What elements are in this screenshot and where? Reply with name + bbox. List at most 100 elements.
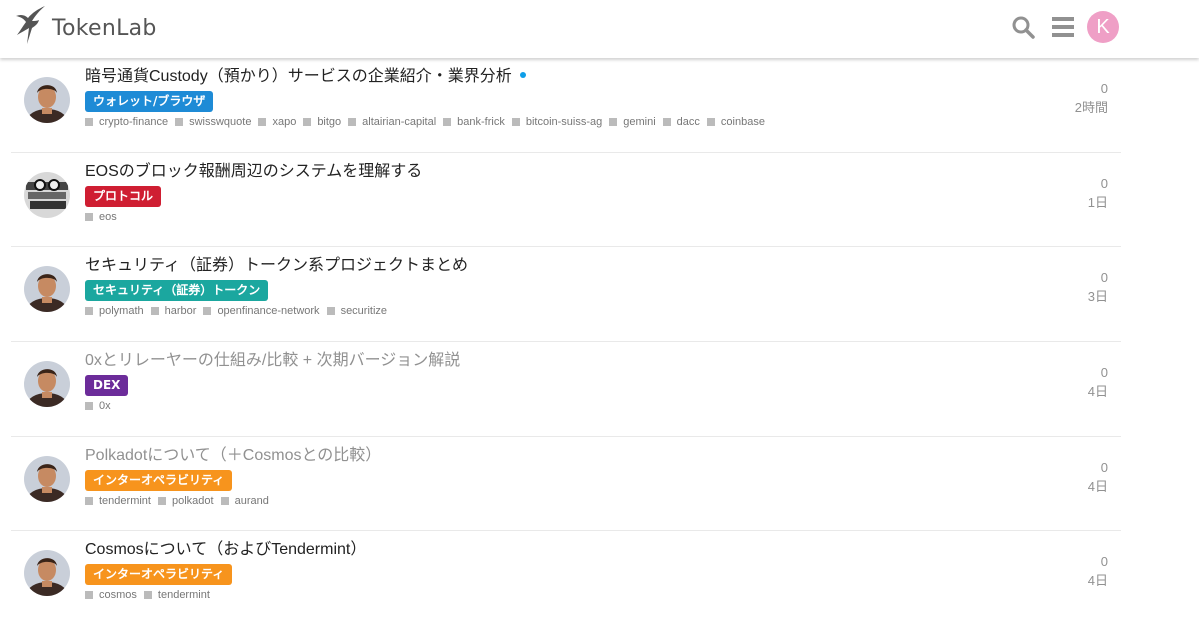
topic-title-text[interactable]: Polkadotについて（＋Cosmosとの比較） (85, 447, 381, 464)
topic-row[interactable]: Polkadotについて（＋Cosmosとの比較） インターオペラビリティ tend… (11, 437, 1121, 532)
tag-square-icon (85, 212, 93, 221)
user-avatar[interactable]: K (1087, 11, 1119, 43)
topic-title[interactable]: EOSのブロック報酬周辺のシステムを理解する (85, 162, 985, 182)
author-avatar[interactable] (24, 171, 70, 218)
topic-title-text[interactable]: EOSのブロック報酬周辺のシステムを理解する (85, 163, 422, 180)
tag-link[interactable]: openfinance-network (203, 305, 320, 317)
activity-age[interactable]: 4日 (1088, 382, 1108, 401)
topic-title-text[interactable]: 0xとリレーヤーの仕組み/比較 + 次期バージョン解説 (85, 352, 460, 369)
tag-link[interactable]: gemini (609, 116, 656, 128)
tag-link[interactable]: xapo (258, 116, 296, 128)
author-avatar[interactable] (24, 361, 70, 408)
topic-title[interactable]: 0xとリレーヤーの仕組み/比較 + 次期バージョン解説 (85, 351, 985, 371)
tag-link[interactable]: cosmos (85, 589, 137, 601)
topic-main: 暗号通貨Custody（預かり）サービスの企業紹介・業界分析ウォレット/ブラウザ… (85, 67, 985, 128)
category-badge[interactable]: ウォレット/ブラウザ (85, 91, 214, 112)
tag-label: harbor (164, 305, 197, 318)
tag-square-icon (143, 591, 152, 600)
category-row: インターオペラビリティ (85, 560, 985, 586)
tag-label: bitcoin-suiss-ag (525, 116, 603, 128)
topic-title[interactable]: 暗号通貨Custody（預かり）サービスの企業紹介・業界分析 (85, 67, 985, 87)
activity-age[interactable]: 4日 (1088, 571, 1108, 590)
topic-row[interactable]: 0xとリレーヤーの仕組み/比較 + 次期バージョン解説 DEX 0x 0 4日 (11, 342, 1121, 437)
tag-list: crypto-finance swisswquote xapo bitgo altair… (85, 116, 985, 128)
topic-row[interactable]: Cosmosについて（およびTendermint） インターオペラビリティ cosm… (11, 531, 1121, 621)
tag-link[interactable]: securitize (326, 305, 387, 317)
category-badge[interactable]: プロトコル (85, 185, 162, 207)
search-button[interactable] (1005, 9, 1041, 45)
tag-link[interactable]: dacc (662, 116, 700, 128)
activity-age[interactable]: 1日 (1088, 193, 1108, 212)
menu-button[interactable] (1045, 9, 1081, 45)
topic-main: Cosmosについて（およびTendermint） インターオペラビリティ cosm… (85, 540, 985, 601)
tag-label: polkadot (171, 494, 214, 507)
topic-title[interactable]: Polkadotについて（＋Cosmosとの比較） (85, 446, 985, 466)
tag-label: bitgo (317, 116, 342, 128)
tag-link[interactable]: swisswquote (175, 116, 251, 128)
activity-age[interactable]: 3日 (1088, 287, 1108, 306)
reply-count[interactable]: 0 (1075, 79, 1108, 98)
category-row: プロトコル (85, 182, 985, 207)
category-badge[interactable]: インターオペラビリティ (85, 564, 233, 586)
tag-link[interactable]: crypto-finance (85, 116, 168, 128)
topic-title-text[interactable]: 暗号通貨Custody（預かり）サービスの企業紹介・業界分析 (85, 68, 512, 85)
tag-link[interactable]: tendermint (143, 589, 210, 602)
category-badge[interactable]: セキュリティ（証券）トークン (85, 280, 269, 302)
reply-count[interactable]: 0 (1088, 458, 1108, 477)
tag-square-icon (303, 118, 312, 126)
category-row: ウォレット/ブラウザ (85, 87, 985, 112)
tag-link[interactable]: bank-frick (443, 116, 505, 128)
tag-label: aurand (234, 494, 269, 507)
tag-link[interactable]: altairian-capital (348, 116, 436, 128)
tag-link[interactable]: coinbase (706, 116, 765, 128)
author-avatar[interactable] (24, 77, 70, 123)
tag-link[interactable]: 0x (85, 400, 111, 412)
tag-square-icon (85, 402, 93, 411)
tag-link[interactable]: eos (85, 211, 117, 223)
tag-link[interactable]: polkadot (157, 494, 214, 507)
topic-stats: 0 4日 (1088, 363, 1108, 401)
tag-square-icon (348, 118, 357, 126)
tag-link[interactable]: tendermint (85, 495, 151, 507)
swallow-logo-icon (16, 6, 45, 44)
topic-row[interactable]: 暗号通貨Custody（預かり）サービスの企業紹介・業界分析ウォレット/ブラウザ… (11, 58, 1121, 153)
topic-title[interactable]: セキュリティ（証券）トークン系プロジェクトまとめ (85, 256, 985, 276)
reply-count[interactable]: 0 (1088, 552, 1108, 571)
reply-count[interactable]: 0 (1088, 174, 1108, 193)
tag-label: dacc (676, 116, 700, 128)
reply-count[interactable]: 0 (1088, 268, 1108, 287)
category-badge[interactable]: インターオペラビリティ (85, 469, 233, 491)
tag-list: polymath harbor openfinance-network securit… (85, 305, 985, 317)
author-avatar[interactable] (24, 550, 70, 597)
tag-square-icon (443, 118, 452, 126)
activity-age[interactable]: 2時間 (1075, 98, 1108, 117)
author-avatar[interactable] (24, 266, 70, 313)
tag-link[interactable]: bitcoin-suiss-ag (511, 116, 603, 128)
topic-stats: 0 4日 (1088, 552, 1108, 590)
activity-age[interactable]: 4日 (1088, 477, 1108, 496)
tag-label: eos (99, 210, 117, 223)
tag-square-icon (85, 496, 93, 505)
topic-title[interactable]: Cosmosについて（およびTendermint） (85, 540, 985, 560)
topic-title-text[interactable]: Cosmosについて（およびTendermint） (85, 541, 366, 558)
tag-square-icon (706, 118, 715, 126)
tag-link[interactable]: polymath (85, 305, 144, 317)
site-name: TokenLab (52, 15, 157, 41)
site-logo[interactable]: TokenLab (12, 4, 157, 46)
topic-row[interactable]: EOSのブロック報酬周辺のシステムを理解するプロトコル eos 0 1日 (11, 153, 1121, 248)
topic-stats: 0 4日 (1088, 458, 1108, 496)
header-icons: K (1001, 9, 1119, 45)
tag-link[interactable]: harbor (150, 305, 197, 318)
tag-link[interactable]: aurand (220, 494, 269, 507)
tag-link[interactable]: bitgo (303, 116, 341, 128)
topic-row[interactable]: セキュリティ（証券）トークン系プロジェクトまとめセキュリティ（証券）トークン po… (11, 247, 1121, 343)
topic-stats: 0 3日 (1088, 268, 1108, 306)
topic-main: セキュリティ（証券）トークン系プロジェクトまとめセキュリティ（証券）トークン po… (85, 256, 985, 317)
topic-title-text[interactable]: セキュリティ（証券）トークン系プロジェクトまとめ (85, 257, 468, 274)
category-row: セキュリティ（証券）トークン (85, 276, 985, 302)
tag-label: xapo (272, 116, 297, 128)
author-avatar[interactable] (24, 455, 70, 502)
tag-label: tendermint (157, 589, 210, 602)
reply-count[interactable]: 0 (1088, 363, 1108, 382)
category-badge[interactable]: DEX (85, 375, 129, 397)
